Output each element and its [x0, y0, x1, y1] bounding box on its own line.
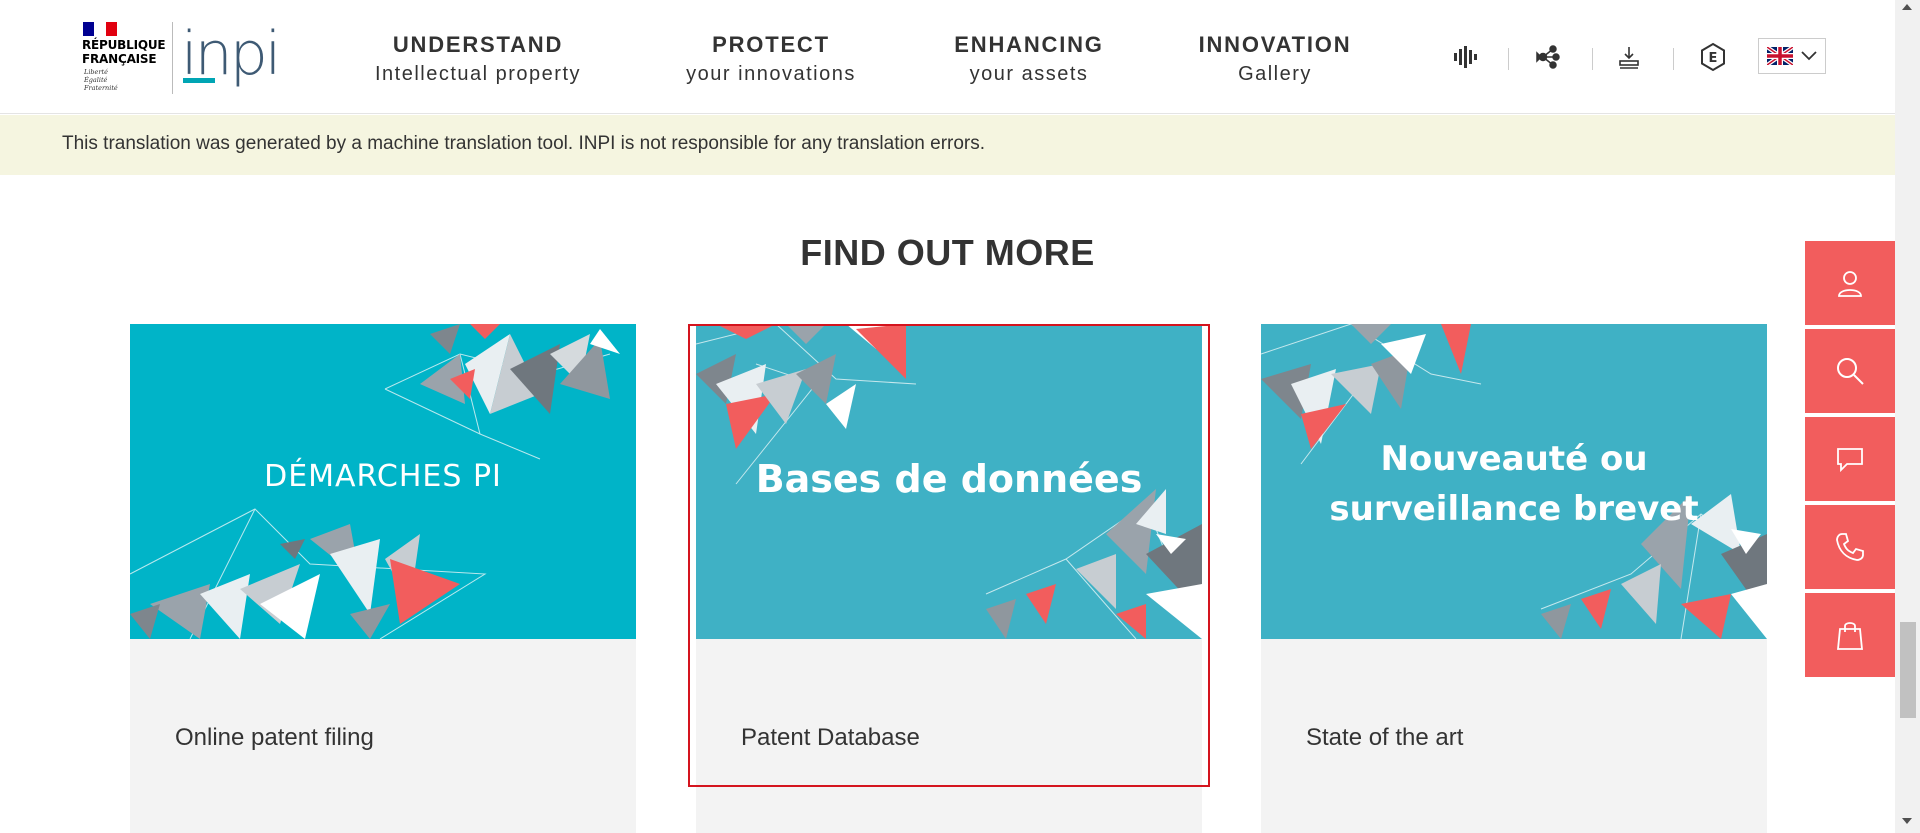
nav-enhancing[interactable]: ENHANCING your assets [909, 32, 1149, 90]
download-icon[interactable] [1612, 40, 1646, 74]
card-image: DÉMARCHES PI [130, 324, 636, 639]
phone-button[interactable] [1805, 505, 1895, 593]
chevron-down-icon [1801, 51, 1817, 61]
nav-protect[interactable]: PROTECT your innovations [651, 32, 891, 90]
nav-protect-subtitle: your innovations [686, 63, 856, 85]
phone-icon [1836, 533, 1864, 561]
shopping-bag-icon [1837, 622, 1863, 650]
scroll-down-arrow-icon[interactable] [1902, 818, 1912, 824]
section-title: FIND OUT MORE [800, 232, 1095, 273]
translation-notice-text: This translation was generated by a mach… [62, 133, 986, 154]
scrollbar-thumb[interactable] [1900, 622, 1916, 718]
search-icon [1837, 358, 1864, 385]
logo-divider [172, 22, 173, 94]
e-service-icon[interactable]: E [1696, 40, 1730, 74]
chat-icon [1837, 448, 1863, 473]
nav-understand-title: UNDERSTAND [392, 32, 564, 57]
card-caption: Patent Database [741, 724, 920, 751]
language-selector[interactable] [1758, 38, 1826, 74]
tool-separator [1508, 48, 1509, 70]
nav-enhancing-subtitle: your assets [969, 63, 1089, 85]
card-image: Bases de données [696, 324, 1202, 639]
card-caption: Online patent filing [175, 724, 374, 751]
nav-enhancing-title: ENHANCING [954, 32, 1104, 57]
site-logo[interactable]: RÉPUBLIQUE FRANÇAISE Liberté Égalité Fra… [80, 19, 281, 96]
card-image-title: DÉMARCHES PI [264, 459, 502, 494]
nav-innovation-title: INNOVATION [1198, 32, 1352, 57]
svg-text:E: E [1709, 51, 1718, 66]
logo-rf-text: RÉPUBLIQUE FRANÇAISE [82, 38, 166, 66]
card-state-of-the-art[interactable]: Nouveauté ou surveillance brevet State o… [1261, 324, 1767, 833]
page-scrollbar[interactable] [1895, 0, 1920, 833]
french-flag-icon [83, 22, 117, 36]
share-network-icon[interactable] [1532, 40, 1566, 74]
nav-protect-title: PROTECT [712, 32, 830, 57]
card-image: Nouveauté ou surveillance brevet [1261, 324, 1767, 639]
republique-francaise-logo: RÉPUBLIQUE FRANÇAISE Liberté Égalité Fra… [80, 20, 168, 96]
card-image-title: Bases de données [755, 457, 1143, 501]
card-image-title-line2: surveillance brevet [1329, 489, 1699, 529]
inpi-logo-text: inpi [181, 19, 281, 89]
inpi-logo-bar [183, 78, 215, 83]
account-button[interactable] [1805, 241, 1895, 329]
uk-flag-icon [1767, 47, 1793, 65]
translation-notice-banner: This translation was generated by a mach… [0, 115, 1895, 175]
logo-motto-text: Liberté Égalité Fraternité [84, 68, 118, 92]
site-header: RÉPUBLIQUE FRANÇAISE Liberté Égalité Fra… [0, 0, 1895, 114]
card-image-title-line1: Nouveauté ou [1380, 439, 1648, 479]
nav-understand-subtitle: Intellectual property [374, 63, 582, 85]
tool-separator [1592, 48, 1593, 70]
floating-side-toolbar [1805, 241, 1895, 681]
user-icon [1838, 271, 1862, 297]
card-online-patent-filing[interactable]: DÉMARCHES PI Online patent filing [130, 324, 636, 833]
shop-button[interactable] [1805, 593, 1895, 681]
card-patent-database[interactable]: Bases de données Patent Database [696, 324, 1202, 833]
nav-innovation[interactable]: INNOVATION Gallery [1155, 32, 1395, 90]
nav-understand[interactable]: UNDERSTAND Intellectual property [358, 32, 598, 90]
audio-icon[interactable] [1448, 40, 1482, 74]
tool-separator [1673, 48, 1674, 70]
nav-innovation-subtitle: Gallery [1238, 63, 1312, 85]
scroll-up-arrow-icon[interactable] [1902, 4, 1912, 10]
chat-button[interactable] [1805, 417, 1895, 505]
search-button[interactable] [1805, 329, 1895, 417]
card-caption: State of the art [1306, 724, 1464, 751]
